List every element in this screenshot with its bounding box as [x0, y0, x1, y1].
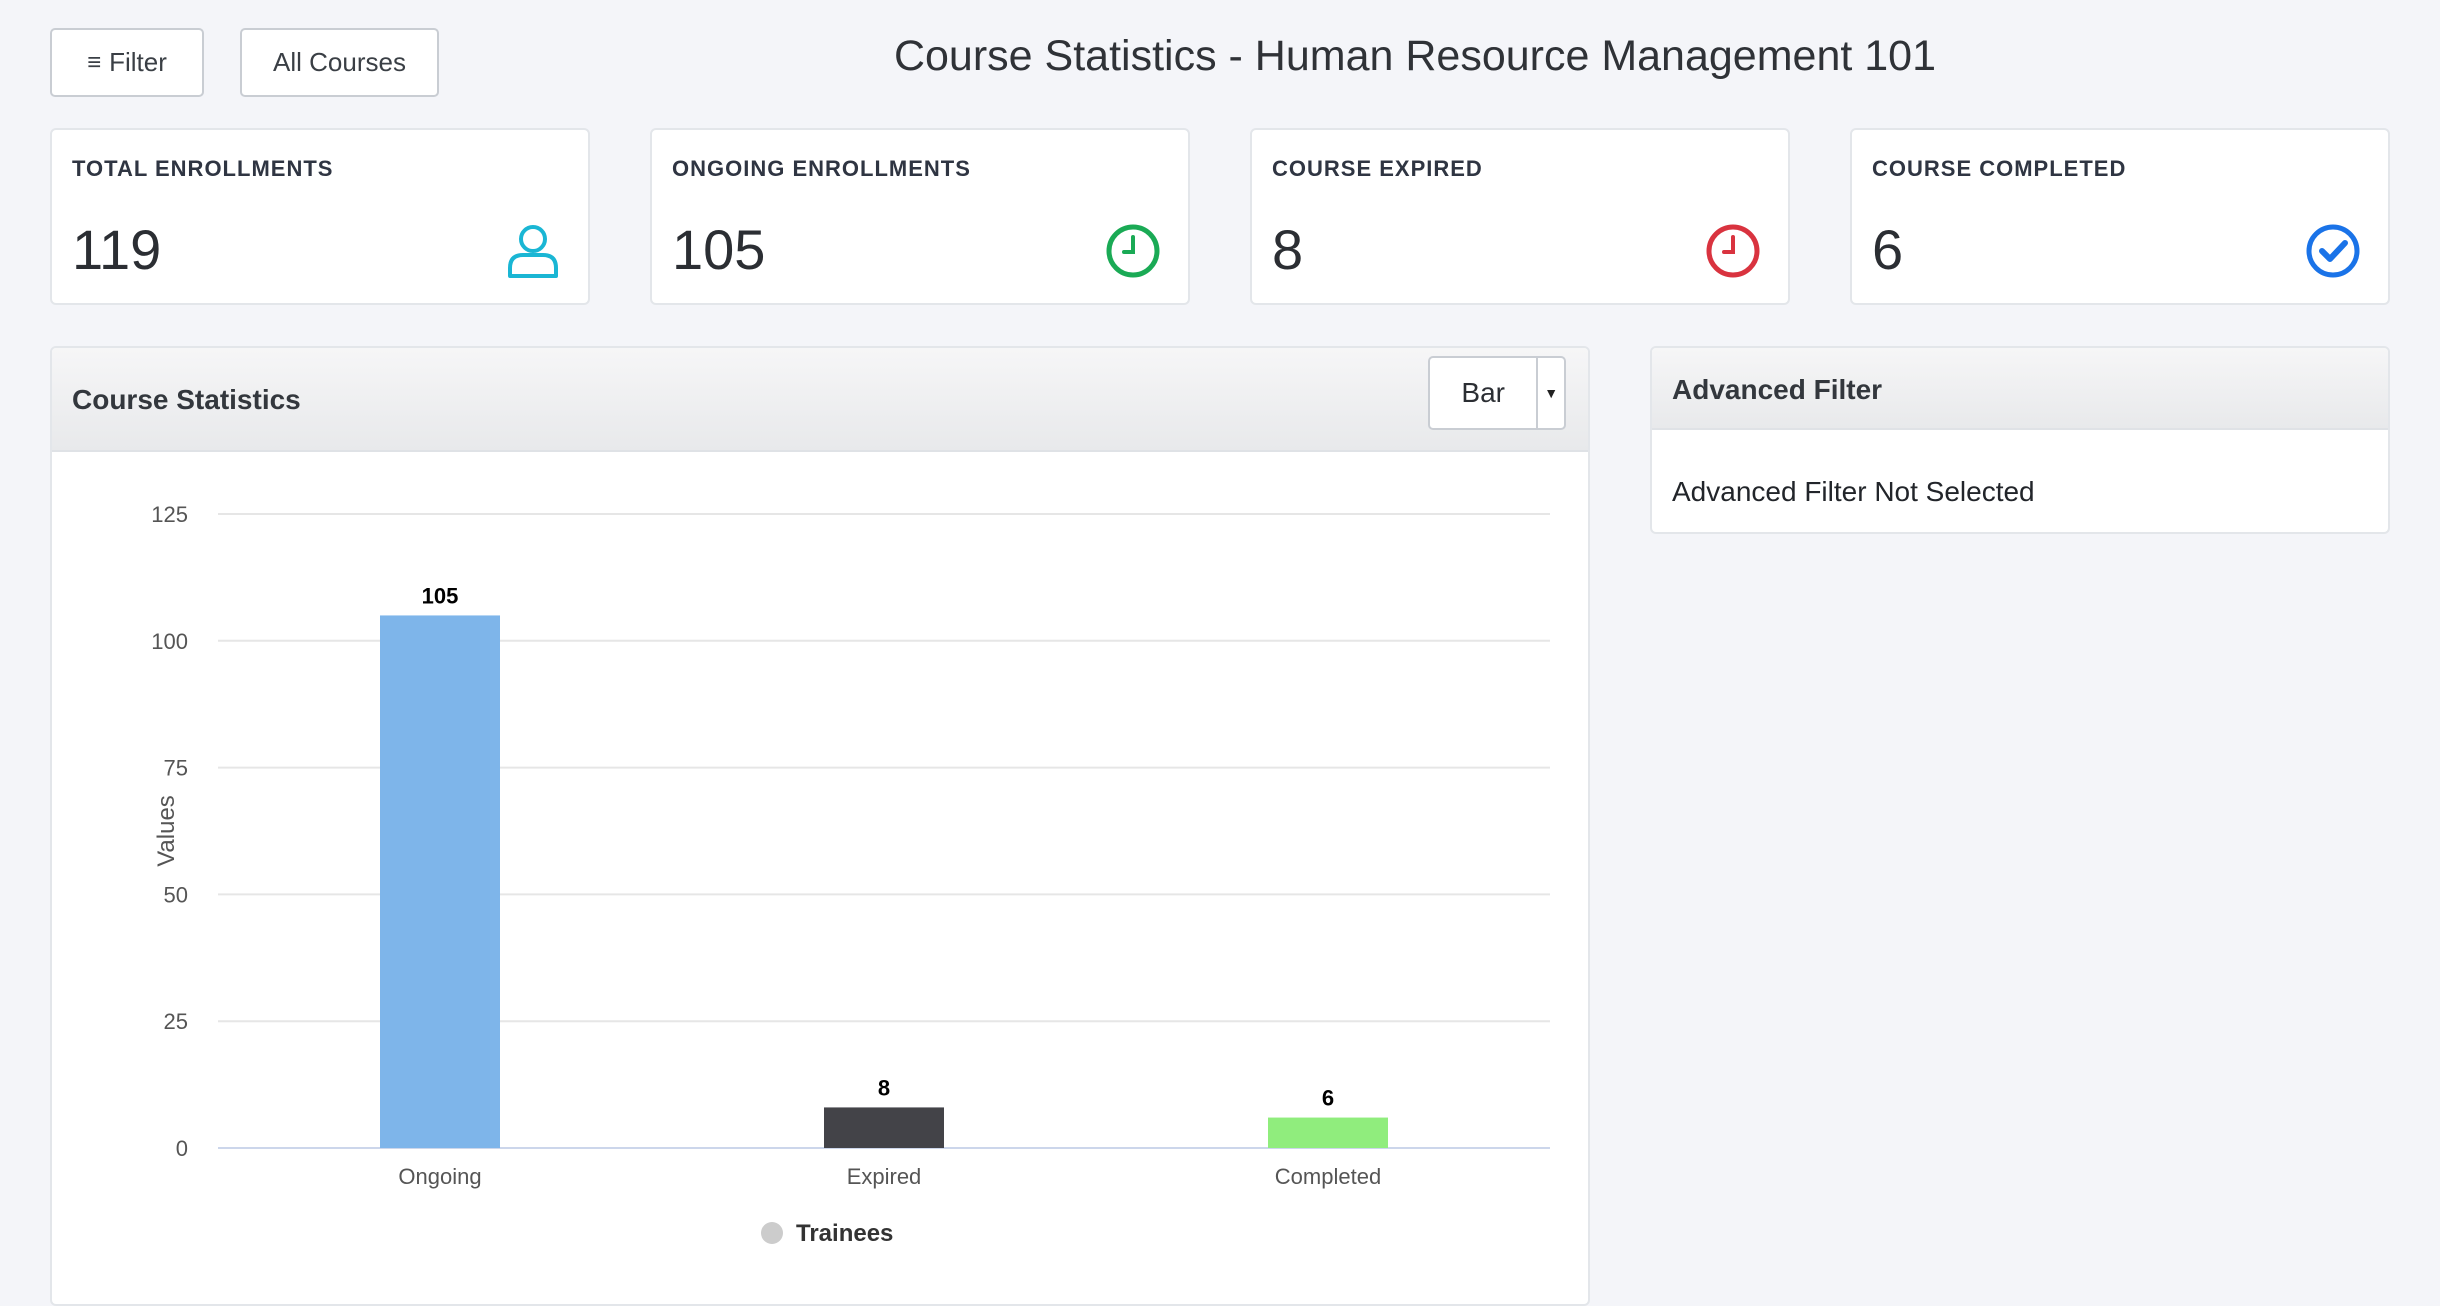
legend-marker — [761, 1222, 783, 1244]
stat-card-course-completed: COURSE COMPLETED 6 — [1850, 128, 2390, 305]
filter-button[interactable]: ≡ Filter — [50, 28, 204, 97]
y-tick-label: 50 — [164, 882, 188, 907]
filter-button-label: Filter — [109, 47, 167, 77]
stat-label: TOTAL ENROLLMENTS — [72, 156, 334, 181]
check-circle-icon — [2306, 224, 2360, 278]
y-tick-label: 25 — [164, 1009, 188, 1034]
user-icon — [508, 225, 558, 278]
stat-card-course-expired: COURSE EXPIRED 8 — [1250, 128, 1790, 305]
stat-value: 119 — [72, 218, 162, 281]
y-tick-label: 100 — [151, 629, 188, 654]
legend-label: Trainees — [796, 1220, 893, 1247]
bar — [380, 615, 500, 1148]
panel-header: Advanced Filter — [1652, 348, 2388, 430]
all-courses-label: All Courses — [273, 47, 406, 77]
y-axis-label: Values — [153, 795, 180, 867]
panel-header: Course Statistics Bar ▼ — [52, 348, 1588, 452]
panel-title: Course Statistics — [72, 384, 301, 415]
clock-icon — [1706, 224, 1760, 278]
y-tick-label: 75 — [164, 756, 188, 781]
page-title: Course Statistics - Human Resource Manag… — [893, 32, 1937, 80]
stat-card-ongoing-enrollments: ONGOING ENROLLMENTS 105 — [650, 128, 1190, 305]
data-label: 8 — [878, 1075, 890, 1100]
advanced-filter-message: Advanced Filter Not Selected — [1672, 476, 2035, 507]
menu-icon: ≡ — [87, 48, 102, 76]
clock-icon — [1106, 224, 1160, 278]
course-statistics-panel: Course Statistics Bar ▼ 0 25 50 75 100 125 Val… — [50, 346, 1590, 1306]
chart-type-value: Bar — [1461, 377, 1505, 408]
bar — [1268, 1117, 1388, 1148]
stat-value: 105 — [672, 218, 766, 281]
panel-title: Advanced Filter — [1672, 374, 1883, 405]
stat-label: COURSE EXPIRED — [1272, 156, 1483, 181]
all-courses-button[interactable]: All Courses — [240, 28, 439, 97]
y-tick-label: 0 — [176, 1136, 188, 1161]
stat-label: ONGOING ENROLLMENTS — [672, 156, 971, 181]
data-label: 6 — [1322, 1086, 1334, 1111]
stat-card-total-enrollments: TOTAL ENROLLMENTS 119 — [50, 128, 590, 305]
stat-value: 6 — [1872, 218, 1904, 281]
stat-value: 8 — [1272, 218, 1304, 281]
advanced-filter-panel: Advanced Filter Advanced Filter Not Sele… — [1650, 346, 2390, 534]
stat-label: COURSE COMPLETED — [1872, 156, 2127, 181]
x-tick-label: Expired — [847, 1164, 922, 1189]
x-tick-label: Completed — [1275, 1164, 1381, 1189]
bar-chart: 0 25 50 75 100 125 Values 105 Ongoing 8 Expired 6 Co… — [151, 502, 1550, 1247]
y-tick-label: 125 — [151, 502, 188, 527]
bar — [824, 1107, 944, 1148]
x-tick-label: Ongoing — [398, 1164, 481, 1189]
chevron-down-icon[interactable]: ▼ — [1536, 358, 1564, 428]
chart-type-select[interactable]: Bar ▼ — [1428, 356, 1566, 430]
data-label: 105 — [422, 583, 459, 608]
